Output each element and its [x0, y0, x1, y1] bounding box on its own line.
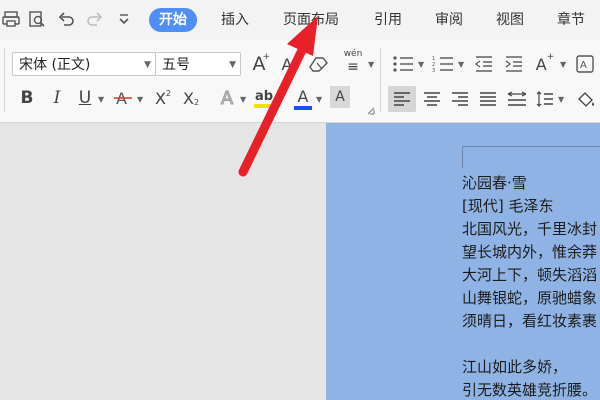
- chevron-down-icon: ▼: [229, 60, 236, 70]
- pinyin-label: wén: [343, 49, 363, 59]
- subscript-icon[interactable]: X2: [180, 86, 202, 110]
- shrink-font-icon[interactable]: A: [276, 52, 298, 76]
- underline-icon[interactable]: U: [74, 86, 96, 110]
- italic-icon[interactable]: I: [46, 86, 68, 110]
- poem-line[interactable]: 望长城内外，惟余莽: [462, 241, 597, 262]
- pinyin-guide-icon[interactable]: wén ≡: [340, 48, 366, 76]
- char-shading-icon[interactable]: A: [330, 86, 350, 108]
- chevron-down-icon[interactable]: ▼: [560, 60, 566, 69]
- numbered-list-icon[interactable]: 123: [430, 52, 456, 76]
- font-size-value: 五号: [162, 57, 190, 73]
- line-spacing-icon[interactable]: [534, 86, 556, 112]
- ribbon-separator: [4, 48, 5, 112]
- poem-title[interactable]: 沁园春·雪: [462, 172, 527, 193]
- tab-home[interactable]: 开始: [149, 8, 197, 32]
- font-color-bar: [294, 105, 312, 110]
- tab-view[interactable]: 视图: [486, 8, 534, 32]
- chevron-down-icon[interactable]: ▼: [418, 60, 424, 69]
- tab-page-layout[interactable]: 页面布局: [273, 8, 349, 32]
- chevron-down-icon[interactable]: ▼: [368, 60, 374, 69]
- svg-text:3: 3: [432, 68, 435, 73]
- strikethrough-icon[interactable]: A: [112, 86, 134, 110]
- font-dialog-launcher-icon[interactable]: [366, 106, 376, 116]
- chevron-down-icon[interactable]: ▼: [458, 60, 464, 69]
- justify-icon[interactable]: [476, 86, 500, 112]
- font-size-select[interactable]: 五号 ▼: [155, 52, 241, 76]
- chevron-down-icon[interactable]: ▼: [137, 95, 143, 104]
- chevron-down-icon: ▼: [144, 60, 151, 70]
- distributed-align-icon[interactable]: [504, 86, 530, 112]
- chevron-down-icon[interactable]: ▼: [98, 95, 104, 104]
- shading-fill-icon[interactable]: [574, 86, 598, 112]
- chevron-down-icon[interactable]: ▼: [558, 95, 564, 104]
- customize-toolbar-icon[interactable]: [113, 8, 135, 30]
- tab-references[interactable]: 引用: [364, 8, 412, 32]
- bullet-list-icon[interactable]: [390, 52, 416, 76]
- tab-insert[interactable]: 插入: [211, 8, 259, 32]
- ribbon: 宋体 (正文) ▼ 五号 ▼ A + A wén ≡ ▼ B I U ▼ A ▼ …: [0, 40, 600, 123]
- chevron-down-icon[interactable]: ▼: [316, 95, 322, 104]
- font-name-select[interactable]: 宋体 (正文) ▼: [12, 52, 156, 76]
- chevron-down-icon[interactable]: ▼: [240, 95, 246, 104]
- font-color-icon[interactable]: A: [292, 84, 314, 112]
- margin-corner-mark: [462, 146, 600, 147]
- poem-line[interactable]: 北国风光，千里冰封: [462, 218, 597, 239]
- font-name-value: 宋体 (正文): [19, 57, 91, 73]
- poem-line[interactable]: 须晴日，看红妆素裹: [462, 310, 597, 331]
- poem-line[interactable]: 引无数英雄竞折腰。: [462, 379, 597, 400]
- highlight-color-bar: [254, 103, 274, 108]
- tab-review[interactable]: 审阅: [425, 8, 473, 32]
- margin-corner-mark: [462, 146, 463, 168]
- superscript-icon[interactable]: X2: [152, 86, 174, 110]
- decrease-indent-icon[interactable]: [472, 52, 496, 76]
- increase-indent-icon[interactable]: [502, 52, 526, 76]
- print-preview-icon[interactable]: [26, 8, 48, 30]
- svg-text:A: A: [580, 60, 587, 71]
- change-case-icon[interactable]: A +: [532, 52, 558, 76]
- bold-icon[interactable]: B: [16, 86, 38, 110]
- redo-icon[interactable]: [84, 8, 106, 30]
- grow-font-icon[interactable]: A +: [248, 52, 271, 76]
- clear-format-icon[interactable]: [306, 52, 332, 76]
- tab-chapter[interactable]: 章节: [547, 8, 595, 32]
- align-center-icon[interactable]: [420, 86, 444, 112]
- highlight-icon[interactable]: ab: [252, 84, 276, 112]
- poem-line[interactable]: 大河上下，顿失滔滔: [462, 264, 597, 285]
- ribbon-separator: [380, 48, 381, 112]
- poem-author[interactable]: [现代] 毛泽东: [462, 195, 553, 216]
- text-effect-icon[interactable]: A: [216, 86, 238, 110]
- chinese-layout-icon[interactable]: A: [574, 52, 596, 76]
- menu-bar: 开始 插入 页面布局 引用 审阅 视图 章节: [0, 0, 600, 40]
- chevron-down-icon[interactable]: ▼: [278, 95, 284, 104]
- align-left-icon[interactable]: [388, 86, 416, 112]
- poem-line[interactable]: 江山如此多娇，: [462, 356, 567, 377]
- print-icon[interactable]: [0, 8, 22, 30]
- undo-icon[interactable]: [55, 8, 77, 30]
- poem-line[interactable]: 山舞银蛇，原驰蜡象: [462, 287, 597, 308]
- align-right-icon[interactable]: [448, 86, 472, 112]
